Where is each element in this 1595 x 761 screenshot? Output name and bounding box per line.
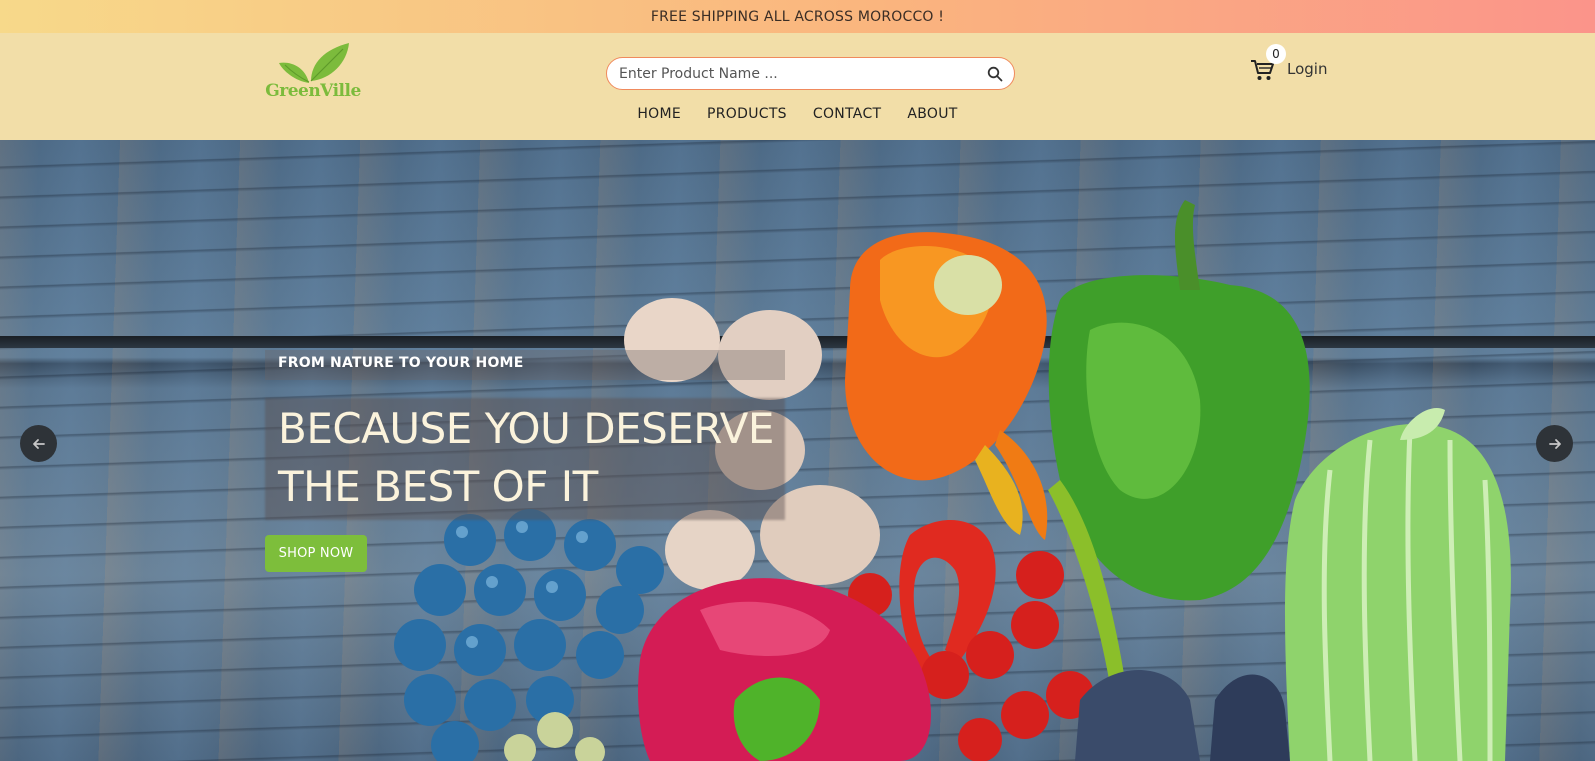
arrow-left-icon [32, 438, 45, 449]
hero-headline-line2: THE BEST OF IT [278, 462, 598, 511]
nav-item-about[interactable]: ABOUT [907, 106, 957, 122]
announcement-text: FREE SHIPPING ALL ACROSS MOROCCO ! [650, 8, 945, 25]
hero-headline: BECAUSE YOU DESERVE THE BEST OF IT [278, 400, 798, 516]
login-link[interactable]: Login [1287, 60, 1327, 78]
slider-next-button[interactable] [1536, 425, 1573, 462]
arrow-right-icon [1548, 438, 1561, 449]
nav-item-home[interactable]: HOME [637, 106, 681, 122]
site-header: GreenVille 0 Login HOME PRODUCTS CONTACT… [0, 33, 1595, 140]
brand-name: GreenVille [265, 81, 361, 101]
announcement-bar: FREE SHIPPING ALL ACROSS MOROCCO ! [0, 0, 1595, 33]
slider-prev-button[interactable] [20, 425, 57, 462]
cart-count-badge: 0 [1266, 44, 1286, 64]
nav-item-contact[interactable]: CONTACT [813, 106, 882, 122]
nav-item-products[interactable]: PRODUCTS [707, 106, 787, 122]
search-bar [606, 57, 1015, 90]
search-input[interactable] [619, 65, 986, 82]
main-nav: HOME PRODUCTS CONTACT ABOUT [0, 106, 1595, 122]
hero-headline-line1: BECAUSE YOU DESERVE [278, 404, 774, 453]
hero-kicker: FROM NATURE TO YOUR HOME [278, 355, 524, 371]
hero-slider: FROM NATURE TO YOUR HOME BECAUSE YOU DES… [0, 140, 1595, 761]
shop-now-button[interactable]: SHOP NOW [265, 535, 367, 572]
brand-logo[interactable]: GreenVille [265, 41, 361, 111]
search-icon[interactable] [986, 65, 1004, 83]
